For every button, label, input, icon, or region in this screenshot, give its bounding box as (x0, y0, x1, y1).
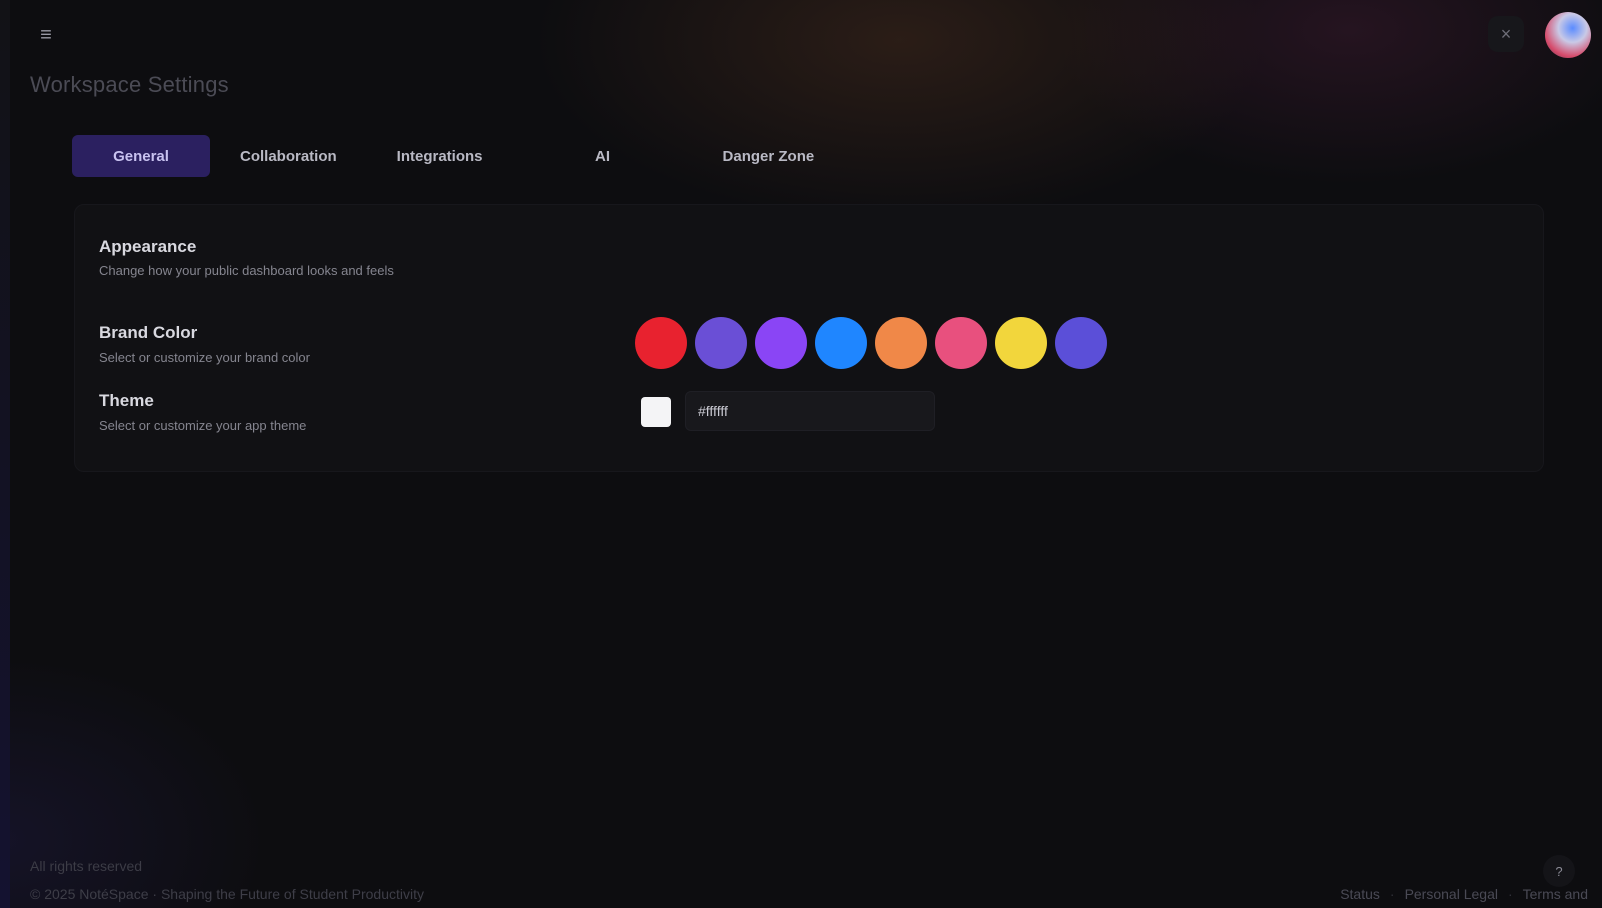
appearance-card: Appearance Change how your public dashbo… (74, 204, 1544, 472)
theme-color-input[interactable] (685, 391, 935, 431)
menu-icon[interactable]: ≡ (33, 22, 59, 48)
theme-description: Select or customize your app theme (99, 418, 307, 433)
footer-rights: All rights reserved (30, 858, 143, 874)
swatch-blue[interactable] (815, 317, 867, 369)
swatch-yellow[interactable] (995, 317, 1047, 369)
swatch-orange[interactable] (875, 317, 927, 369)
page-title: Workspace Settings (30, 72, 229, 97)
tab-integrations[interactable]: Integrations (367, 135, 513, 177)
footer-link-terms[interactable]: Terms and (1523, 886, 1588, 902)
brand-color-description: Select or customize your brand color (99, 350, 310, 365)
sidebar-rail (0, 0, 10, 908)
workspace-settings-page: ≡ × Workspace Settings General Collabora… (0, 0, 1602, 908)
tab-danger-zone[interactable]: Danger Zone (693, 135, 845, 177)
swatch-pink[interactable] (935, 317, 987, 369)
appearance-title: Appearance (99, 237, 197, 256)
tab-general[interactable]: General (72, 135, 210, 177)
footer-links: Status · Personal Legal · Terms and (1340, 886, 1588, 902)
footer-separator: · (1507, 886, 1513, 902)
swatch-red[interactable] (635, 317, 687, 369)
swatch-purple[interactable] (755, 317, 807, 369)
footer-copyright: © 2025 NotéSpace · Shaping the Future of… (30, 886, 424, 902)
appearance-description: Change how your public dashboard looks a… (99, 263, 394, 278)
brand-color-label: Brand Color (99, 323, 198, 342)
theme-color-swatch[interactable] (641, 397, 671, 427)
tab-collaboration[interactable]: Collaboration (210, 135, 367, 177)
tab-ai[interactable]: AI (553, 135, 653, 177)
close-icon[interactable]: × (1488, 16, 1524, 52)
help-icon[interactable]: ? (1543, 855, 1575, 887)
swatch-indigo[interactable] (695, 317, 747, 369)
settings-tabs: General Collaboration Integrations AI Da… (72, 134, 844, 178)
footer-separator: · (1389, 886, 1395, 902)
avatar[interactable] (1545, 12, 1591, 58)
brand-color-swatches (635, 317, 1107, 369)
swatch-violet[interactable] (1055, 317, 1107, 369)
footer-link-status[interactable]: Status (1340, 886, 1380, 902)
footer-link-legal[interactable]: Personal Legal (1405, 886, 1498, 902)
theme-label: Theme (99, 391, 154, 410)
